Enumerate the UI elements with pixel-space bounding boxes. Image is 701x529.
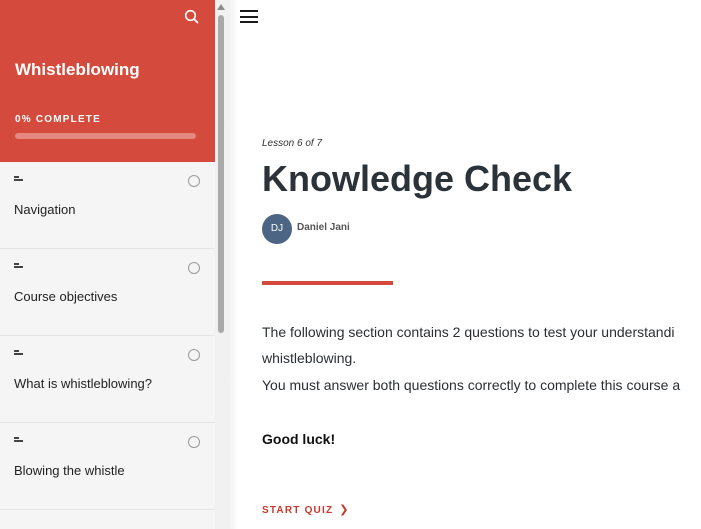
chevron-right-icon: ❯ [339, 504, 349, 516]
lesson-item-course-objectives[interactable]: Course objectives [0, 249, 215, 336]
progress-bar [15, 133, 196, 139]
incomplete-status-icon [188, 262, 200, 274]
progress-label: 0% COMPLETE [15, 114, 101, 125]
hamburger-menu-icon[interactable] [240, 10, 258, 24]
intro-paragraph-line-1: The following section contains 2 questio… [262, 324, 675, 340]
lesson-list: Navigation Course objectives What is whi… [0, 162, 215, 510]
sidebar-shadow [228, 0, 238, 529]
scroll-up-arrow-icon[interactable] [217, 4, 225, 10]
lesson-label: Blowing the whistle [14, 463, 125, 478]
avatar: DJ [262, 214, 292, 244]
start-quiz-label: START QUIZ [262, 505, 334, 516]
lesson-item-what-is-whistleblowing[interactable]: What is whistleblowing? [0, 336, 215, 423]
closing-text: Good luck! [262, 431, 336, 447]
start-quiz-button[interactable]: START QUIZ ❯ [262, 503, 348, 516]
lesson-label: Navigation [14, 202, 76, 217]
lesson-content: Lesson 6 of 7 Knowledge Check DJ Daniel … [262, 0, 701, 529]
sidebar-scrollbar[interactable] [215, 0, 228, 529]
incomplete-status-icon [188, 349, 200, 361]
text-lesson-icon [14, 437, 23, 444]
accent-divider [262, 281, 393, 285]
instruction-paragraph: You must answer both questions correctly… [262, 377, 681, 393]
sidebar-header: Whistleblowing 0% COMPLETE [0, 0, 215, 162]
incomplete-status-icon [188, 436, 200, 448]
lesson-counter: Lesson 6 of 7 [262, 138, 323, 149]
course-title: Whistleblowing [15, 60, 140, 79]
course-sidebar: Whistleblowing 0% COMPLETE Navigation Co… [0, 0, 215, 529]
intro-paragraph-line-2: whistleblowing. [262, 350, 357, 366]
text-lesson-icon [14, 350, 23, 357]
incomplete-status-icon [188, 175, 200, 187]
text-lesson-icon [14, 176, 23, 183]
search-icon[interactable] [183, 8, 201, 26]
text-lesson-icon [14, 263, 23, 270]
scrollbar-thumb[interactable] [218, 15, 224, 333]
page-title: Knowledge Check [262, 158, 573, 199]
lesson-item-blowing-the-whistle[interactable]: Blowing the whistle [0, 423, 215, 510]
author-name: Daniel Jani [297, 222, 350, 233]
lesson-label: What is whistleblowing? [14, 376, 153, 391]
lesson-item-navigation[interactable]: Navigation [0, 162, 215, 249]
lesson-label: Course objectives [14, 289, 118, 304]
